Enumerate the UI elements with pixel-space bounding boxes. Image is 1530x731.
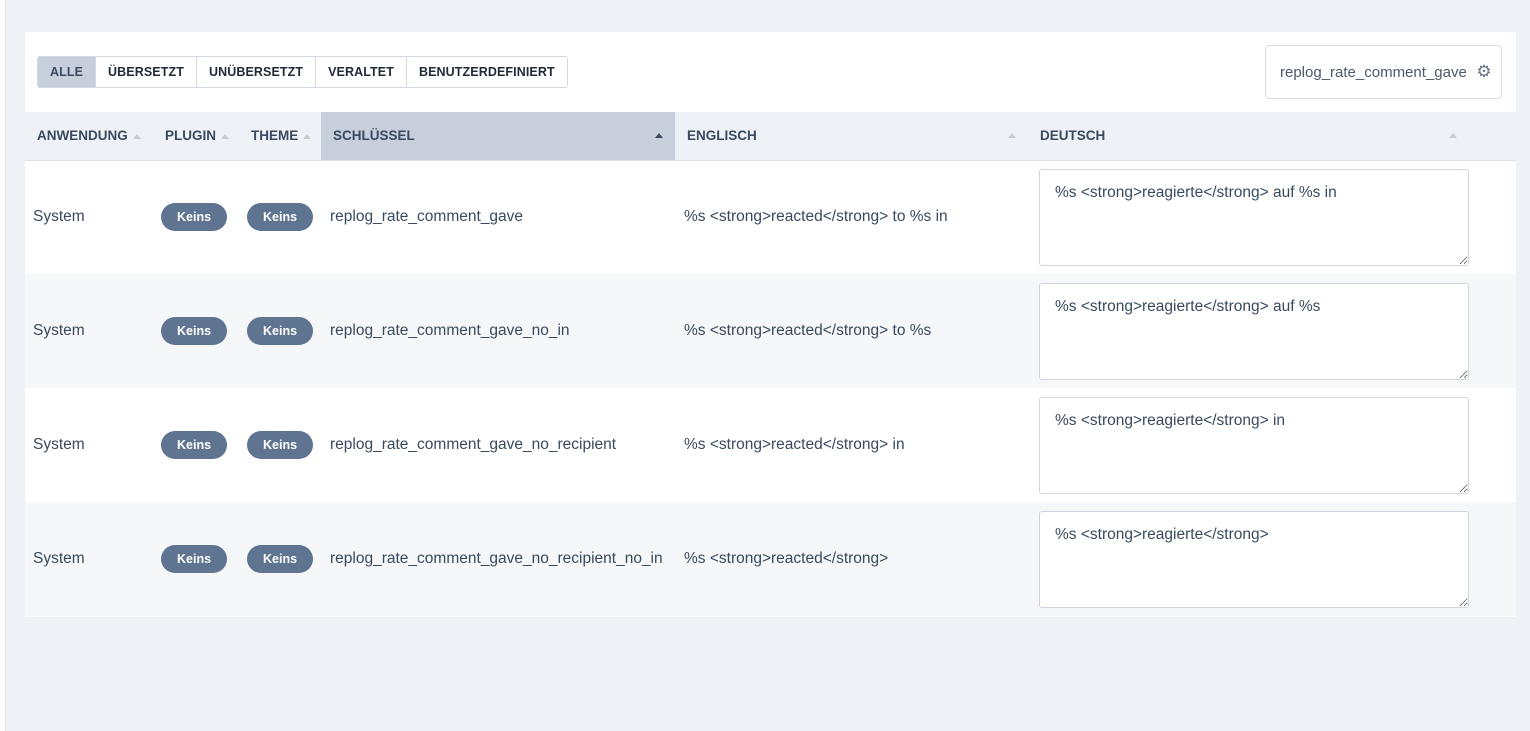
german-translation-input[interactable]: %s <strong>reagierte</strong> auf %s in (1039, 168, 1469, 266)
left-border (0, 0, 6, 731)
plugin-badge: Keins (161, 545, 228, 573)
column-header-filler (1469, 112, 1516, 161)
filter-custom-button[interactable]: BENUTZERDEFINIERT (406, 57, 567, 87)
table-header-row: ANWENDUNG PLUGIN THEME SCHLÜSSEL ENGLISC… (25, 112, 1516, 161)
toolbar: ALLE ÜBERSETZT UNÜBERSETZT VERALTET BENU… (25, 32, 1516, 112)
column-header-english[interactable]: ENGLISCH (675, 112, 1028, 161)
german-translation-input[interactable]: %s <strong>reagierte</strong> in (1039, 396, 1469, 494)
key-cell: replog_rate_comment_gave (330, 208, 524, 226)
theme-cell: Keins (239, 274, 321, 388)
filter-translated-button[interactable]: ÜBERSETZT (96, 57, 197, 87)
german-cell: %s <strong>reagierte</strong> auf %s in (1028, 160, 1469, 274)
table-row: System Keins Keins replog_rate_comment_g… (25, 160, 1516, 274)
sort-arrow-icon (1008, 133, 1016, 138)
key-cell: replog_rate_comment_gave_no_in (330, 322, 570, 339)
column-header-key[interactable]: SCHLÜSSEL (321, 112, 675, 161)
theme-badge: Keins (247, 431, 314, 459)
sort-arrow-icon (303, 134, 312, 140)
app-cell: System (33, 208, 85, 226)
german-cell: %s <strong>reagierte</strong> (1028, 502, 1469, 616)
column-header-app[interactable]: ANWENDUNG (25, 112, 153, 161)
filter-outdated-button[interactable]: VERALTET (316, 57, 407, 87)
column-header-plugin[interactable]: PLUGIN (153, 112, 239, 161)
german-translation-input[interactable]: %s <strong>reagierte</strong> auf %s (1039, 282, 1469, 380)
key-cell: replog_rate_comment_gave_no_recipient (330, 436, 617, 453)
translations-panel: ALLE ÜBERSETZT UNÜBERSETZT VERALTET BENU… (25, 32, 1516, 617)
sort-arrow-icon (132, 134, 141, 140)
column-header-theme[interactable]: THEME (239, 112, 321, 161)
theme-badge: Keins (247, 317, 314, 345)
filter-untranslated-button[interactable]: UNÜBERSETZT (196, 57, 317, 87)
plugin-cell: Keins (153, 274, 239, 388)
translations-table: ANWENDUNG PLUGIN THEME SCHLÜSSEL ENGLISC… (25, 112, 1516, 616)
filter-button-group: ALLE ÜBERSETZT UNÜBERSETZT VERALTET BENU… (37, 56, 568, 88)
english-cell: %s <strong>reacted</strong> (684, 550, 889, 567)
app-cell: System (33, 322, 85, 339)
search-box: ⚙ (1265, 45, 1502, 99)
german-cell: %s <strong>reagierte</strong> auf %s (1028, 274, 1469, 388)
plugin-cell: Keins (153, 502, 239, 616)
sort-arrow-icon (221, 134, 230, 140)
app-cell: System (33, 550, 85, 567)
column-header-german[interactable]: DEUTSCH (1028, 112, 1469, 161)
gear-icon[interactable]: ⚙ (1475, 63, 1493, 81)
sort-arrow-icon (1449, 133, 1457, 138)
german-translation-input[interactable]: %s <strong>reagierte</strong> (1039, 510, 1469, 608)
theme-badge: Keins (247, 203, 314, 232)
table-row: System Keins Keins replog_rate_comment_g… (25, 388, 1516, 502)
filter-all-button[interactable]: ALLE (38, 57, 97, 87)
key-cell: replog_rate_comment_gave_no_recipient_no… (330, 550, 663, 567)
theme-cell: Keins (239, 388, 321, 502)
plugin-cell: Keins (153, 160, 239, 274)
english-cell: %s <strong>reacted</strong> to %s (684, 322, 932, 339)
theme-cell: Keins (239, 502, 321, 616)
plugin-badge: Keins (161, 431, 228, 459)
plugin-cell: Keins (153, 388, 239, 502)
german-cell: %s <strong>reagierte</strong> in (1028, 388, 1469, 502)
english-cell: %s <strong>reacted</strong> to %s in (684, 208, 948, 226)
theme-cell: Keins (239, 160, 321, 274)
table-row: System Keins Keins replog_rate_comment_g… (25, 274, 1516, 388)
plugin-badge: Keins (161, 317, 228, 345)
sort-arrow-icon (655, 133, 663, 138)
theme-badge: Keins (247, 545, 314, 573)
english-cell: %s <strong>reacted</strong> in (684, 436, 905, 453)
table-row: System Keins Keins replog_rate_comment_g… (25, 502, 1516, 616)
search-input[interactable] (1280, 63, 1466, 81)
app-cell: System (33, 436, 85, 453)
plugin-badge: Keins (161, 203, 228, 232)
